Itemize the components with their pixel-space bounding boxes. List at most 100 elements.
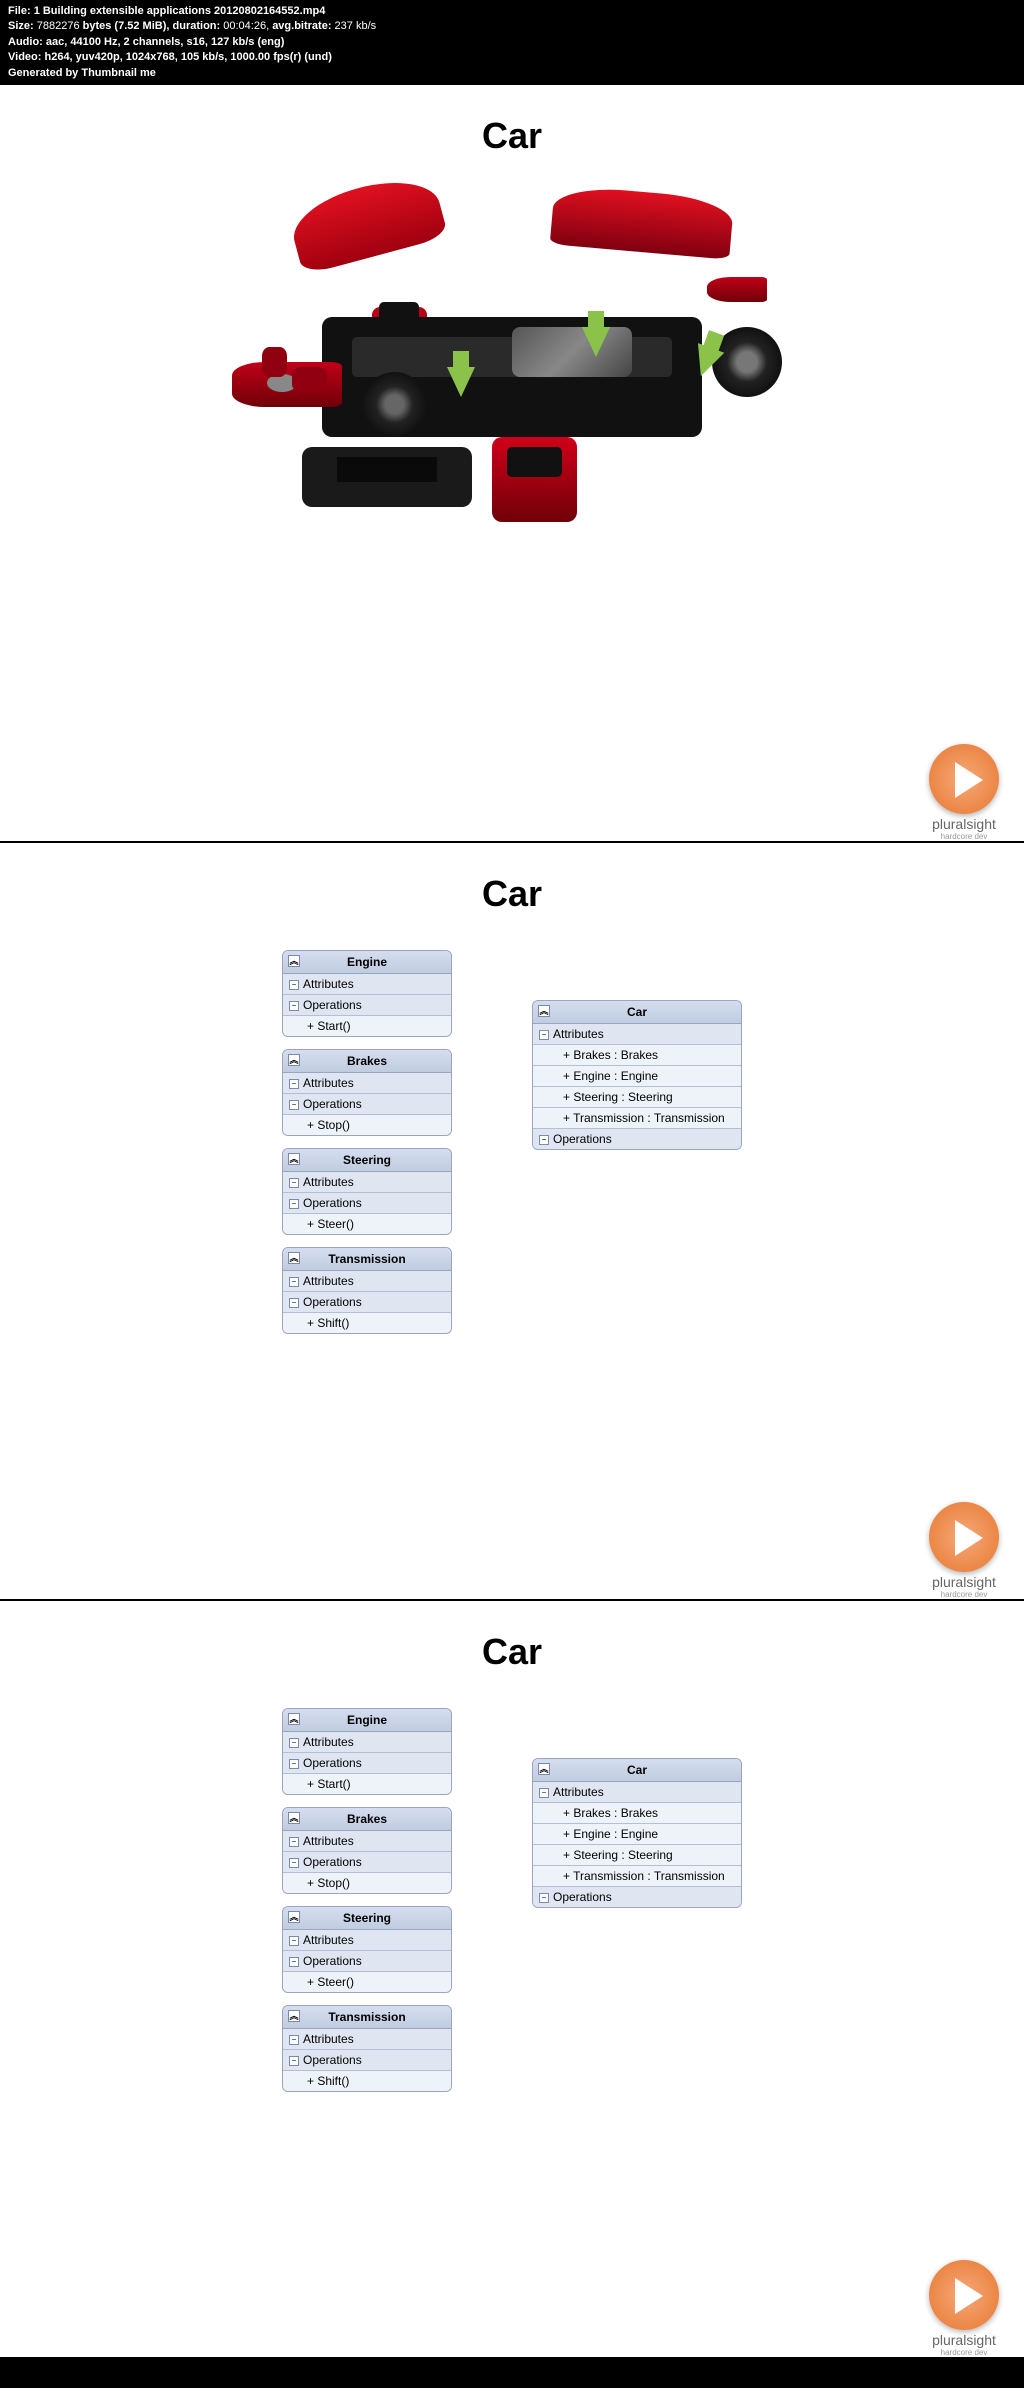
uml-title: Transmission — [328, 2010, 405, 2024]
collapse-icon[interactable]: ︽ — [288, 955, 300, 967]
minus-icon[interactable]: − — [289, 1837, 299, 1847]
minus-icon[interactable]: − — [289, 1936, 299, 1946]
pluralsight-logo: pluralsight hardcore dev — [904, 2260, 1024, 2357]
car-fender-rear — [707, 277, 767, 302]
uml-class-steering[interactable]: ︽Steering −Attributes −Operations + Stee… — [282, 1148, 452, 1235]
uml-class-engine[interactable]: ︽Engine −Attributes −Operations + Start(… — [282, 1708, 452, 1795]
operations-label: Operations — [303, 1855, 362, 1869]
play-icon — [929, 2260, 999, 2330]
minus-icon[interactable]: − — [289, 1298, 299, 1308]
minus-icon[interactable]: − — [289, 2056, 299, 2066]
uml-attribute: + Brakes : Brakes — [533, 1803, 741, 1824]
slide-title: Car — [0, 843, 1024, 915]
attributes-label: Attributes — [553, 1027, 604, 1041]
car-part-small-1 — [292, 367, 327, 392]
uml-operation: + Shift() — [283, 2071, 451, 2091]
uml-diagram: ︽Engine −Attributes −Operations + Start(… — [0, 1708, 1024, 2092]
minus-icon[interactable]: − — [289, 2035, 299, 2045]
minus-icon[interactable]: − — [289, 1079, 299, 1089]
uml-class-engine[interactable]: ︽Engine −Attributes −Operations + Start(… — [282, 950, 452, 1037]
arrow-down-icon — [582, 327, 610, 357]
slide-title: Car — [0, 1601, 1024, 1673]
minus-icon[interactable]: − — [289, 1001, 299, 1011]
uml-attribute: + Engine : Engine — [533, 1824, 741, 1845]
uml-class-brakes[interactable]: ︽Brakes −Attributes −Operations + Stop() — [282, 1049, 452, 1136]
minus-icon[interactable]: − — [539, 1893, 549, 1903]
size-unit: bytes (7.52 MiB), — [83, 20, 170, 32]
minus-icon[interactable]: − — [539, 1135, 549, 1145]
attributes-label: Attributes — [303, 977, 354, 991]
uml-class-steering[interactable]: ︽Steering −Attributes −Operations + Stee… — [282, 1906, 452, 1993]
collapse-icon[interactable]: ︽ — [288, 2010, 300, 2022]
generated-label: Generated by Thumbnail me — [8, 67, 156, 79]
uml-right-column: ︽Car −Attributes + Brakes : Brakes + Eng… — [532, 950, 742, 1334]
file-label: File: — [8, 5, 31, 17]
uml-operation: + Steer() — [283, 1972, 451, 1992]
attributes-label: Attributes — [303, 1735, 354, 1749]
uml-operation: + Start() — [283, 1016, 451, 1036]
uml-left-column: ︽Engine −Attributes −Operations + Start(… — [282, 950, 452, 1334]
collapse-icon[interactable]: ︽ — [288, 1911, 300, 1923]
minus-icon[interactable]: − — [289, 1199, 299, 1209]
collapse-icon[interactable]: ︽ — [288, 1153, 300, 1165]
uml-title: Engine — [347, 955, 387, 969]
slide-1: Car pluralsight hardcore dev — [0, 85, 1024, 843]
minus-icon[interactable]: − — [289, 980, 299, 990]
logo-text: pluralsight — [904, 816, 1024, 832]
pluralsight-logo: pluralsight hardcore dev — [904, 744, 1024, 841]
logo-subtext: hardcore dev — [904, 2348, 1024, 2357]
audio-label: Audio: — [8, 36, 43, 48]
collapse-icon[interactable]: ︽ — [288, 1713, 300, 1725]
uml-title: Brakes — [347, 1812, 387, 1826]
collapse-icon[interactable]: ︽ — [288, 1812, 300, 1824]
slide-title: Car — [0, 85, 1024, 157]
operations-label: Operations — [303, 2053, 362, 2067]
uml-title: Car — [627, 1005, 647, 1019]
uml-title: Steering — [343, 1153, 391, 1167]
minus-icon[interactable]: − — [289, 1957, 299, 1967]
minus-icon[interactable]: − — [289, 1178, 299, 1188]
collapse-icon[interactable]: ︽ — [538, 1005, 550, 1017]
collapse-icon[interactable]: ︽ — [538, 1763, 550, 1775]
logo-subtext: hardcore dev — [904, 1590, 1024, 1599]
operations-label: Operations — [303, 1756, 362, 1770]
uml-title: Steering — [343, 1911, 391, 1925]
uml-operation: + Steer() — [283, 1214, 451, 1234]
file-value: 1 Building extensible applications 20120… — [34, 5, 326, 17]
uml-class-transmission[interactable]: ︽Transmission −Attributes −Operations + … — [282, 1247, 452, 1334]
uml-class-transmission[interactable]: ︽ Transmission −Attributes −Operations + … — [282, 2005, 452, 2092]
uml-attribute: + Brakes : Brakes — [533, 1045, 741, 1066]
slide-3: Car ︽Engine −Attributes −Operations + St… — [0, 1601, 1024, 2359]
attributes-label: Attributes — [303, 2032, 354, 2046]
minus-icon[interactable]: − — [539, 1788, 549, 1798]
minus-icon[interactable]: − — [289, 1100, 299, 1110]
uml-class-car[interactable]: ︽Car −Attributes + Brakes : Brakes + Eng… — [532, 1000, 742, 1150]
uml-title: Engine — [347, 1713, 387, 1727]
minus-icon[interactable]: − — [289, 1738, 299, 1748]
minus-icon[interactable]: − — [289, 1759, 299, 1769]
collapse-icon[interactable]: ︽ — [288, 1252, 300, 1264]
play-icon — [929, 1502, 999, 1572]
attributes-label: Attributes — [303, 1274, 354, 1288]
attributes-label: Attributes — [303, 1933, 354, 1947]
uml-class-brakes[interactable]: ︽Brakes −Attributes −Operations + Stop() — [282, 1807, 452, 1894]
audio-value: aac, 44100 Hz, 2 channels, s16, 127 kb/s… — [46, 36, 284, 48]
video-label: Video: — [8, 51, 41, 63]
minus-icon[interactable]: − — [539, 1030, 549, 1040]
bitrate-label: avg.bitrate: — [272, 20, 331, 32]
car-door — [492, 437, 577, 522]
logo-text: pluralsight — [904, 2332, 1024, 2348]
uml-attribute: + Transmission : Transmission — [533, 1866, 741, 1887]
uml-class-car[interactable]: ︽Car −Attributes + Brakes : Brakes + Eng… — [532, 1758, 742, 1908]
file-info-header: File: 1 Building extensible applications… — [0, 0, 1024, 85]
size-label: Size: — [8, 20, 34, 32]
uml-right-column: ︽Car −Attributes + Brakes : Brakes + Eng… — [532, 1708, 742, 2092]
minus-icon[interactable]: − — [289, 1277, 299, 1287]
duration-value: 00:04:26, — [223, 20, 269, 32]
logo-subtext: hardcore dev — [904, 832, 1024, 841]
uml-title: Brakes — [347, 1054, 387, 1068]
logo-text: pluralsight — [904, 1574, 1024, 1590]
minus-icon[interactable]: − — [289, 1858, 299, 1868]
collapse-icon[interactable]: ︽ — [288, 1054, 300, 1066]
uml-title: Car — [627, 1763, 647, 1777]
